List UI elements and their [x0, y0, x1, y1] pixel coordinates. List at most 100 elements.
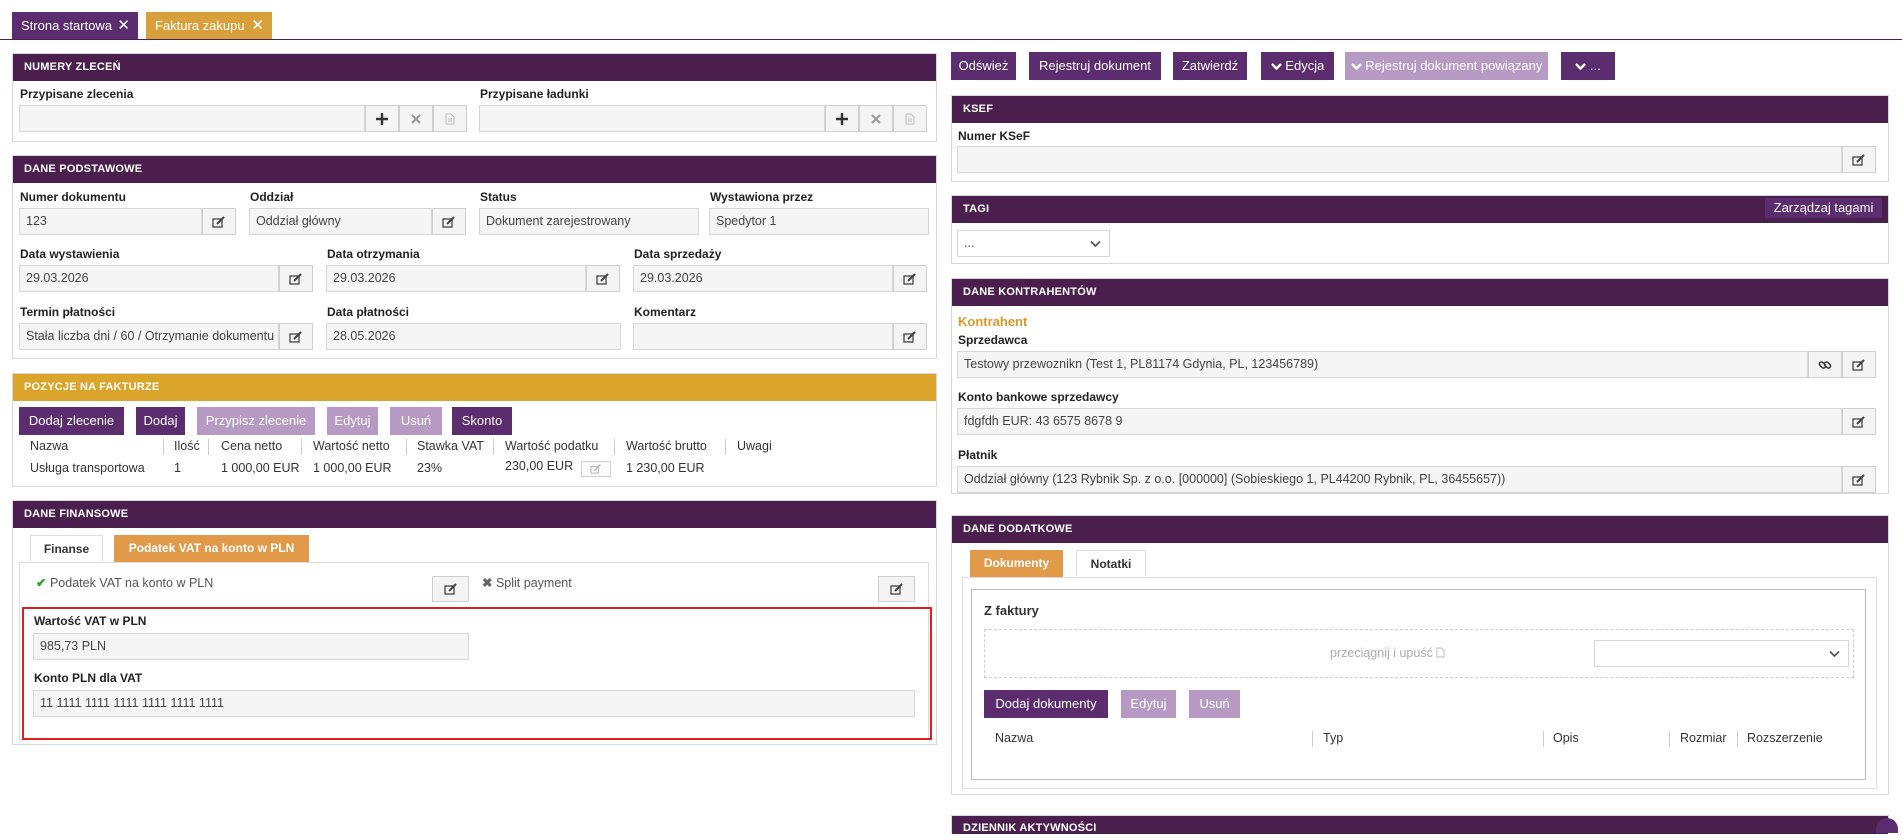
bank-account-label: Konto bankowe sprzedawcy: [958, 390, 1119, 404]
cell-vat-rate: 23%: [417, 461, 443, 475]
receipt-date-label: Data otrzymania: [327, 247, 420, 261]
edit-comment-button[interactable]: [893, 323, 927, 350]
cross-icon: ✖: [482, 576, 493, 590]
edit-item-button[interactable]: Edytuj: [327, 407, 378, 435]
edit-receipt-date-button[interactable]: [586, 265, 620, 292]
edit-icon: [289, 272, 302, 285]
manage-tags-button[interactable]: Zarządzaj tagami: [1765, 198, 1882, 218]
edit-mode-button[interactable]: Edycja: [1261, 52, 1334, 80]
panel-header: KSEF: [952, 96, 1888, 123]
edit-doc-number-button[interactable]: [202, 208, 236, 235]
more-actions-button[interactable]: ...: [1561, 52, 1615, 80]
edit-document-button[interactable]: Edytuj: [1121, 690, 1176, 718]
issued-by-label: Wystawiona przez: [710, 190, 814, 204]
ksef-number-label: Numer KSeF: [958, 129, 1031, 143]
remove-item-button[interactable]: Usuń: [390, 407, 442, 435]
column-divider: [614, 439, 615, 455]
edit-branch-button[interactable]: [432, 208, 466, 235]
tab-notes[interactable]: Notatki: [1076, 550, 1146, 577]
panel-header: DZIENNIK AKTYWNOŚCI: [952, 816, 1888, 834]
plus-icon: [376, 112, 388, 125]
payment-term-input[interactable]: Stała liczba dni / 60 / Otrzymanie dokum…: [19, 323, 279, 350]
tab-documents[interactable]: Dokumenty: [970, 550, 1063, 577]
edit-icon: [443, 583, 457, 595]
remove-load-button[interactable]: [859, 105, 893, 132]
close-icon[interactable]: ✕: [117, 12, 130, 39]
add-order-button[interactable]: [365, 105, 399, 132]
invoice-attachments-box: [971, 589, 1866, 780]
edit-icon: [1852, 473, 1865, 486]
sale-date-input[interactable]: 29.03.2026: [633, 265, 893, 292]
edit-sale-date-button[interactable]: [893, 265, 927, 292]
column-header: Wartość brutto: [626, 439, 707, 453]
doc-number-input[interactable]: 123: [19, 208, 202, 235]
assigned-orders-input[interactable]: [19, 105, 365, 132]
tags-select[interactable]: ...: [957, 230, 1110, 257]
approve-button[interactable]: Zatwierdź: [1173, 52, 1247, 80]
edit-tax-button[interactable]: [581, 461, 611, 477]
edit-bank-account-button[interactable]: [1842, 408, 1876, 435]
status-input: Dokument zarejestrowany: [479, 208, 699, 235]
assign-order-button[interactable]: Przypisz zlecenie: [197, 407, 315, 435]
add-item-button[interactable]: Dodaj: [136, 407, 185, 435]
edit-vat-pln-button[interactable]: [432, 576, 469, 602]
tab-purchase-invoice[interactable]: Faktura zakupu ✕: [146, 12, 272, 39]
remove-order-button[interactable]: [399, 105, 433, 132]
add-load-button[interactable]: [825, 105, 859, 132]
remove-document-button[interactable]: Usuń: [1189, 690, 1240, 718]
edit-icon: [289, 330, 302, 343]
column-header: Ilość: [174, 439, 200, 453]
edit-split-payment-button[interactable]: [878, 576, 915, 602]
payer-input[interactable]: Oddział główny (123 Rybnik Sp. z o.o. [0…: [957, 466, 1842, 493]
order-document-button[interactable]: [433, 105, 467, 132]
column-divider: [1543, 731, 1544, 747]
close-icon[interactable]: ✕: [251, 12, 264, 39]
tab-vat-pln[interactable]: Podatek VAT na konto w PLN: [114, 535, 309, 562]
register-document-button[interactable]: Rejestruj dokument: [1029, 52, 1161, 80]
assigned-loads-input[interactable]: [479, 105, 825, 132]
column-divider: [208, 439, 209, 455]
document-type-select[interactable]: [1594, 640, 1849, 667]
assigned-orders-label: Przypisane zlecenia: [20, 87, 134, 101]
seller-input[interactable]: Testowy przewoznikn (Test 1, PL81174 Gdy…: [957, 351, 1808, 378]
edit-issue-date-button[interactable]: [279, 265, 313, 292]
refresh-button[interactable]: Odśwież: [951, 52, 1016, 80]
remove-icon: [411, 113, 421, 124]
add-documents-button[interactable]: Dodaj dokumenty: [984, 690, 1108, 718]
assigned-loads-label: Przypisane ładunki: [480, 87, 589, 101]
edit-ksef-button[interactable]: [1842, 146, 1876, 173]
tab-start-page[interactable]: Strona startowa ✕: [12, 12, 138, 39]
comment-input[interactable]: [633, 323, 893, 350]
edit-icon: [1852, 153, 1865, 166]
receipt-date-input[interactable]: 29.03.2026: [326, 265, 586, 292]
edit-icon: [596, 272, 609, 285]
edit-seller-button[interactable]: [1842, 351, 1876, 378]
chat-icon[interactable]: [1876, 818, 1898, 833]
tab-finance[interactable]: Finanse: [30, 535, 103, 562]
add-order-item-button[interactable]: Dodaj zlecenie: [19, 407, 124, 435]
load-document-button[interactable]: [893, 105, 927, 132]
highlight-box: [22, 607, 932, 740]
issue-date-input[interactable]: 29.03.2026: [19, 265, 279, 292]
edit-payer-button[interactable]: [1842, 466, 1876, 493]
panel-header: TAGI: [952, 196, 1888, 223]
edit-payment-term-button[interactable]: [279, 323, 313, 350]
discount-button[interactable]: Skonto: [452, 407, 512, 435]
contractor-section-title: Kontrahent: [958, 314, 1028, 329]
ksef-number-input[interactable]: [957, 146, 1842, 173]
document-icon: [445, 113, 455, 124]
column-header: Stawka VAT: [417, 439, 484, 453]
bank-account-input[interactable]: fdgfdh EUR: 43 6575 8678 9: [957, 408, 1842, 435]
comment-label: Komentarz: [634, 305, 697, 319]
seller-link-button[interactable]: [1808, 351, 1842, 378]
column-divider: [406, 439, 407, 455]
branch-input[interactable]: Oddział główny: [249, 208, 432, 235]
vat-pln-flag: ✔ Podatek VAT na konto w PLN: [36, 575, 213, 590]
edit-icon: [903, 272, 916, 285]
payment-term-label: Termin płatności: [20, 305, 116, 319]
more-actions-label: ...: [1589, 58, 1601, 73]
split-payment-label: Split payment: [495, 576, 572, 590]
cell-name: Usługa transportowa: [30, 461, 145, 475]
document-tab-bar: Strona startowa ✕ Faktura zakupu ✕: [0, 0, 1902, 40]
register-related-button[interactable]: Rejestruj dokument powiązany: [1345, 52, 1548, 80]
